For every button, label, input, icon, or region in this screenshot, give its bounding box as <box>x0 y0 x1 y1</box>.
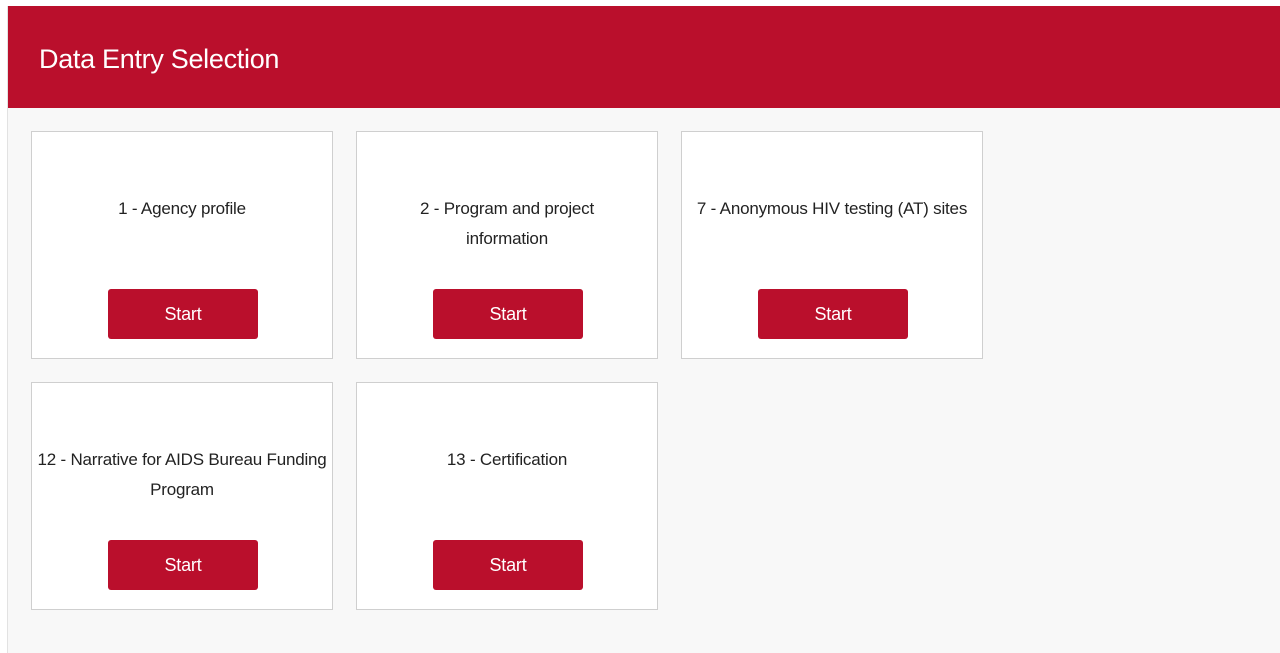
page-title: Data Entry Selection <box>39 44 280 74</box>
card-title: 2 - Program and project information <box>420 199 594 248</box>
card-certification: 13 - Certification Start <box>356 382 658 610</box>
start-button[interactable]: Start <box>433 540 583 590</box>
card-narrative-aids-bureau: 12 - Narrative for AIDS Bureau Funding P… <box>31 382 333 610</box>
card-anonymous-hiv-testing-sites: 7 - Anonymous HIV testing (AT) sites Sta… <box>681 131 983 359</box>
card-title: 12 - Narrative for AIDS Bureau Funding P… <box>37 450 327 499</box>
data-entry-panel: Data Entry Selection 1 - Agency profile … <box>7 6 1280 653</box>
panel-header: Data Entry Selection <box>8 6 1280 108</box>
card-title: 13 - Certification <box>446 450 568 469</box>
start-button[interactable]: Start <box>108 540 258 590</box>
card-title: 7 - Anonymous HIV testing (AT) sites <box>696 199 968 218</box>
card-title: 1 - Agency profile <box>118 199 246 218</box>
start-button[interactable]: Start <box>758 289 908 339</box>
start-button[interactable]: Start <box>433 289 583 339</box>
card-agency-profile: 1 - Agency profile Start <box>31 131 333 359</box>
start-button[interactable]: Start <box>108 289 258 339</box>
card-program-project-information: 2 - Program and project information Star… <box>356 131 658 359</box>
